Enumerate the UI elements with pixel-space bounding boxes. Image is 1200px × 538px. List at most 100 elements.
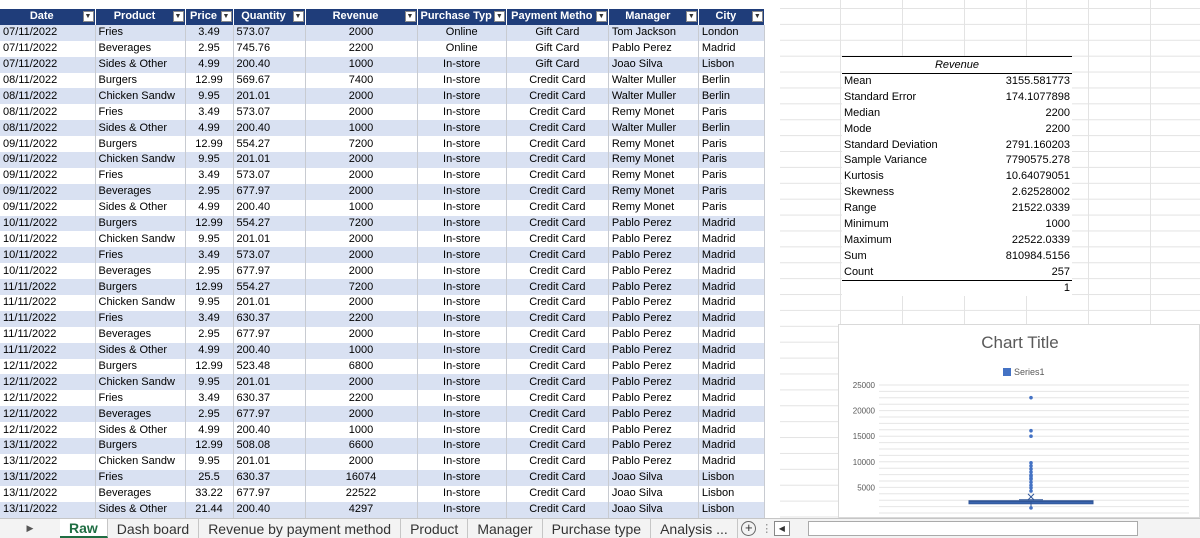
table-cell[interactable]: 200.40 [233, 342, 306, 359]
table-cell[interactable]: 9.95 [185, 453, 234, 470]
table-cell[interactable]: 2000 [305, 167, 418, 184]
table-cell[interactable]: Beverages [95, 263, 186, 280]
table-cell[interactable]: 630.37 [233, 469, 306, 486]
stat-row[interactable]: Mode 2200 [842, 121, 1072, 138]
table-cell[interactable]: Walter Muller [608, 88, 699, 105]
table-cell[interactable]: Madrid [698, 326, 765, 343]
table-cell[interactable]: Pablo Perez [608, 374, 699, 391]
sheet-tab[interactable]: Raw [60, 519, 108, 538]
table-cell[interactable]: 11/11/2022 [0, 326, 96, 343]
table-cell[interactable]: 2200 [305, 310, 418, 327]
sheet-tab[interactable]: Purchase type [543, 519, 652, 538]
filter-dropdown-icon[interactable]: ▼ [493, 11, 505, 22]
stat-row[interactable]: Range 21522.0339 [842, 201, 1072, 218]
table-cell[interactable]: Credit Card [506, 422, 609, 439]
table-cell[interactable]: 2000 [305, 326, 418, 343]
table-cell[interactable]: 745.76 [233, 40, 306, 57]
table-cell[interactable]: 3.49 [185, 104, 234, 121]
table-cell[interactable]: 554.27 [233, 215, 306, 232]
table-cell[interactable]: 7200 [305, 215, 418, 232]
table-cell[interactable]: In-store [417, 167, 507, 184]
table-cell[interactable]: 677.97 [233, 406, 306, 423]
table-cell[interactable]: Joao Silva [608, 501, 699, 518]
table-cell[interactable]: Pablo Perez [608, 390, 699, 407]
table-cell[interactable]: 1000 [305, 199, 418, 216]
table-cell[interactable]: 22522 [305, 485, 418, 502]
table-cell[interactable]: 12.99 [185, 136, 234, 153]
table-cell[interactable]: Chicken Sandw [95, 88, 186, 105]
table-cell[interactable]: 16074 [305, 469, 418, 486]
table-cell[interactable]: Madrid [698, 263, 765, 280]
table-cell[interactable]: 200.40 [233, 120, 306, 137]
table-cell[interactable]: Burgers [95, 215, 186, 232]
table-cell[interactable]: Madrid [698, 342, 765, 359]
table-cell[interactable]: Remy Monet [608, 167, 699, 184]
table-cell[interactable]: 1000 [305, 422, 418, 439]
stat-row[interactable]: Mean 3155.581773 [842, 74, 1072, 90]
table-cell[interactable]: 2000 [305, 104, 418, 121]
stat-row[interactable]: Count 257 [842, 264, 1072, 281]
table-cell[interactable]: 11/11/2022 [0, 295, 96, 311]
table-cell[interactable]: Online [417, 24, 507, 41]
table-cell[interactable]: Gift Card [506, 40, 609, 57]
table-cell[interactable]: 2.95 [185, 263, 234, 280]
table-cell[interactable]: Berlin [698, 72, 765, 89]
table-cell[interactable]: Sides & Other [95, 199, 186, 216]
table-cell[interactable]: Madrid [698, 231, 765, 248]
table-cell[interactable]: 677.97 [233, 485, 306, 502]
table-cell[interactable]: 9.95 [185, 231, 234, 248]
table-cell[interactable]: Gift Card [506, 24, 609, 41]
table-cell[interactable]: Burgers [95, 279, 186, 296]
table-cell[interactable]: 09/11/2022 [0, 199, 96, 216]
table-cell[interactable]: In-store [417, 406, 507, 423]
table-cell[interactable]: Madrid [698, 40, 765, 57]
table-cell[interactable]: 08/11/2022 [0, 72, 96, 89]
table-cell[interactable]: Burgers [95, 358, 186, 375]
table-cell[interactable]: Sides & Other [95, 120, 186, 137]
table-cell[interactable]: In-store [417, 310, 507, 327]
table-cell[interactable]: 554.27 [233, 136, 306, 153]
table-cell[interactable]: 1000 [305, 120, 418, 137]
table-cell[interactable]: 200.40 [233, 199, 306, 216]
table-cell[interactable]: 630.37 [233, 390, 306, 407]
table-cell[interactable]: Credit Card [506, 438, 609, 454]
table-cell[interactable]: 2000 [305, 88, 418, 105]
table-cell[interactable]: 07/11/2022 [0, 24, 96, 41]
table-cell[interactable]: 07/11/2022 [0, 56, 96, 73]
table-cell[interactable]: In-store [417, 390, 507, 407]
filter-dropdown-icon[interactable]: ▼ [220, 11, 232, 22]
table-cell[interactable]: Chicken Sandw [95, 374, 186, 391]
table-cell[interactable]: Gift Card [506, 56, 609, 73]
table-cell[interactable]: Pablo Perez [608, 295, 699, 311]
table-cell[interactable]: 201.01 [233, 295, 306, 311]
table-cell[interactable]: Credit Card [506, 358, 609, 375]
stat-row[interactable]: Maximum 22522.0339 [842, 232, 1072, 249]
table-cell[interactable]: In-store [417, 183, 507, 200]
sheet-tab[interactable]: Manager [468, 519, 543, 538]
table-cell[interactable]: 21.44 [185, 501, 234, 518]
table-cell[interactable]: Credit Card [506, 469, 609, 486]
table-cell[interactable]: Pablo Perez [608, 406, 699, 423]
table-cell[interactable]: 3.49 [185, 167, 234, 184]
table-cell[interactable]: Paris [698, 152, 765, 168]
table-cell[interactable]: Credit Card [506, 72, 609, 89]
table-cell[interactable]: In-store [417, 88, 507, 105]
table-cell[interactable]: Tom Jackson [608, 24, 699, 41]
table-cell[interactable]: In-store [417, 422, 507, 439]
table-cell[interactable]: Lisbon [698, 56, 765, 73]
table-cell[interactable]: 2.95 [185, 40, 234, 57]
table-cell[interactable]: Beverages [95, 40, 186, 57]
table-cell[interactable]: Chicken Sandw [95, 231, 186, 248]
table-cell[interactable]: 573.07 [233, 24, 306, 41]
table-cell[interactable]: Credit Card [506, 326, 609, 343]
table-cell[interactable]: 2.95 [185, 326, 234, 343]
table-cell[interactable]: 12/11/2022 [0, 374, 96, 391]
filter-dropdown-icon[interactable]: ▼ [751, 11, 763, 22]
table-cell[interactable]: Credit Card [506, 167, 609, 184]
table-cell[interactable]: 554.27 [233, 279, 306, 296]
table-cell[interactable]: 200.40 [233, 501, 306, 518]
table-cell[interactable]: 4.99 [185, 120, 234, 137]
table-cell[interactable]: 13/11/2022 [0, 453, 96, 470]
table-cell[interactable]: 2000 [305, 152, 418, 168]
stats-extra-cell[interactable]: 1 [842, 280, 1072, 297]
